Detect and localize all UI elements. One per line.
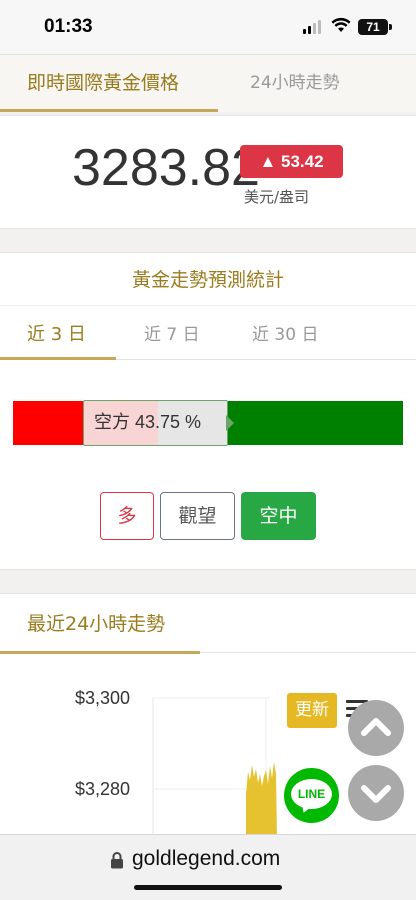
home-indicator	[134, 885, 282, 890]
tab-7-days[interactable]: 近 7 日	[144, 320, 200, 345]
price-area	[246, 762, 277, 839]
status-bar: 01:33 71	[0, 0, 416, 54]
browser-url-bar[interactable]: goldlegend.com	[0, 834, 416, 900]
chevron-up-icon	[361, 718, 391, 736]
line-chat-button[interactable]: LINE	[284, 768, 339, 823]
active-forecast-tab-underline	[0, 357, 116, 360]
url-text: goldlegend.com	[132, 847, 281, 870]
status-time: 01:33	[44, 16, 93, 37]
refresh-button[interactable]: 更新	[287, 693, 337, 728]
line-icon: LINE	[291, 779, 332, 809]
tab-3-days[interactable]: 近 3 日	[27, 320, 86, 346]
chevron-down-icon	[361, 785, 391, 803]
battery-icon: 71	[358, 19, 388, 35]
scroll-top-button[interactable]	[348, 700, 404, 756]
forecast-title: 黃金走勢預測統計	[131, 269, 284, 291]
tab-30-days[interactable]: 近 30 日	[252, 320, 318, 345]
vote-long-button[interactable]: 多	[100, 492, 154, 540]
scroll-bottom-button[interactable]	[348, 765, 404, 821]
ratio-tooltip: 空方 43.75 %	[83, 400, 228, 446]
vote-watch-button[interactable]: 觀望	[160, 492, 235, 540]
wifi-icon	[331, 17, 351, 32]
tab-realtime-price[interactable]: 即時國際黃金價格	[27, 55, 179, 113]
cellular-signal-icon	[303, 20, 323, 34]
price-card: 3283.82 ▲ 53.42 美元/盎司	[0, 115, 416, 229]
lock-icon	[111, 852, 123, 869]
price-change-badge: ▲ 53.42	[240, 145, 343, 178]
vote-short-button[interactable]: 空中	[241, 492, 316, 540]
short-ratio-bar	[228, 401, 403, 445]
battery-tip	[389, 24, 392, 30]
forecast-tabs: 近 3 日 近 7 日 近 30 日	[0, 305, 416, 360]
tab-24h-trend[interactable]: 24小時走勢	[250, 55, 340, 113]
tooltip-arrow	[226, 415, 234, 431]
forecast-card: 黃金走勢預測統計 近 3 日 近 7 日 近 30 日 空方 43.75 % 多…	[0, 252, 416, 570]
long-ratio-bar	[13, 401, 83, 445]
active-tab-underline	[0, 109, 218, 112]
price-tabs: 即時國際黃金價格 24小時走勢	[0, 54, 416, 112]
gold-price: 3283.82	[72, 139, 260, 197]
price-unit: 美元/盎司	[244, 188, 310, 206]
